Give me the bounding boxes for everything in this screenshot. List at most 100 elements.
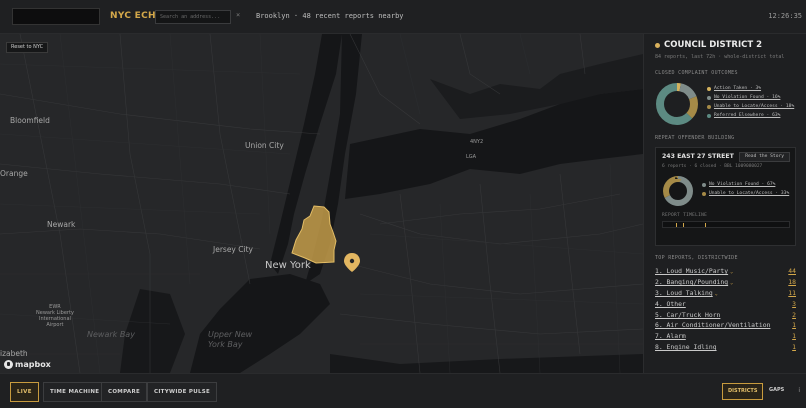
top-report-name[interactable]: 6. Air Conditioner/Ventilation bbox=[655, 321, 770, 329]
map-label-newark-bay: Newark Bay bbox=[87, 330, 135, 339]
district-subtitle: 84 reports, last 72h · whole-district to… bbox=[655, 54, 785, 60]
chevron-down-icon[interactable]: ⌄ bbox=[715, 291, 718, 297]
top-report-row[interactable]: 7. Alarm 1 bbox=[655, 331, 796, 342]
top-report-row[interactable]: 6. Air Conditioner/Ventilation 1 bbox=[655, 320, 796, 331]
map-label-nyc-abbr: 4NY2 bbox=[470, 139, 484, 145]
top-report-row[interactable]: 1. Loud Music/Party ⌄ 44 bbox=[655, 266, 796, 277]
top-report-name-wrap: 3. Loud Talking ⌄ bbox=[655, 289, 718, 297]
timeline-heading: REPORT TIMELINE bbox=[662, 213, 708, 218]
top-report-count[interactable]: 1 bbox=[792, 332, 796, 340]
top-report-count[interactable]: 11 bbox=[788, 289, 796, 297]
top-report-count[interactable]: 1 bbox=[792, 343, 796, 351]
top-report-row[interactable]: 8. Engine Idling 1 bbox=[655, 342, 796, 353]
top-bar: NYC ECHO × Brooklyn · 48 recent reports … bbox=[0, 0, 806, 34]
outcome-legend-item[interactable]: No Violation Found · 16% bbox=[707, 95, 794, 100]
top-report-name[interactable]: 1. Loud Music/Party bbox=[655, 267, 728, 275]
top-report-row[interactable]: 4. Other 3 bbox=[655, 298, 796, 309]
mapbox-attribution[interactable]: mapbox bbox=[4, 360, 51, 369]
top-report-name[interactable]: 2. Banging/Pounding bbox=[655, 278, 728, 286]
legend-swatch bbox=[707, 113, 711, 118]
top-report-name-wrap: 6. Air Conditioner/Ventilation bbox=[655, 321, 770, 329]
repeat-outcomes-chart: No Violation Found · 67% Unable to Locate… bbox=[662, 175, 790, 207]
map-label-lga: LGA bbox=[466, 154, 477, 160]
top-report-count[interactable]: 44 bbox=[788, 267, 796, 275]
legend-label: Unable to Locate/Access · 33% bbox=[709, 191, 790, 196]
report-timeline bbox=[662, 221, 790, 228]
outcomes-donut bbox=[656, 83, 698, 125]
top-report-count[interactable]: 2 bbox=[792, 311, 796, 319]
map-label-newark: Newark bbox=[47, 220, 76, 229]
map-canvas[interactable] bbox=[0, 34, 643, 373]
top-report-name[interactable]: 8. Engine Idling bbox=[655, 343, 717, 351]
top-reports-heading: TOP REPORTS, DISTRICTWIDE bbox=[655, 255, 738, 261]
gaps-toggle[interactable]: GAPS bbox=[764, 383, 789, 400]
legend-label: Referred Elsewhere · 63% bbox=[714, 113, 781, 118]
top-report-name[interactable]: 7. Alarm bbox=[655, 332, 686, 340]
logo-block bbox=[12, 8, 100, 25]
legend-swatch bbox=[707, 95, 711, 100]
outcomes-legend: Action Taken · 3% No Violation Found · 16… bbox=[707, 86, 794, 122]
legend-label: Unable to Locate/Access · 18% bbox=[714, 104, 795, 109]
mode-citywide-pulse-button[interactable]: CITYWIDE PULSE bbox=[147, 382, 218, 402]
legend-swatch bbox=[707, 86, 711, 91]
top-report-name-wrap: 1. Loud Music/Party ⌄ bbox=[655, 267, 733, 275]
mode-time-machine-button[interactable]: TIME MACHINE bbox=[43, 382, 107, 402]
legend-label: No Violation Found · 16% bbox=[714, 95, 781, 100]
timeline-tick bbox=[675, 223, 677, 227]
repeat-meta: 6 reports · 6 closed · BBL 1009080027 bbox=[662, 164, 763, 169]
district-panel: COUNCIL DISTRICT 2 84 reports, last 72h … bbox=[643, 34, 806, 373]
chevron-down-icon[interactable]: ⌄ bbox=[730, 280, 733, 286]
map-label-jersey-city: Jersey City bbox=[213, 245, 253, 254]
mode-compare-button[interactable]: COMPARE bbox=[101, 382, 148, 402]
top-report-row[interactable]: 3. Loud Talking ⌄ 11 bbox=[655, 288, 796, 299]
top-report-count[interactable]: 1 bbox=[792, 321, 796, 329]
map-label-orange: Orange bbox=[0, 169, 28, 178]
outcome-legend-item[interactable]: Unable to Locate/Access · 18% bbox=[707, 104, 794, 109]
map[interactable]: Reset to NYC Bloomfield Union City Orang… bbox=[0, 34, 643, 373]
map-label-union-city: Union City bbox=[245, 141, 284, 150]
info-icon[interactable]: i bbox=[798, 387, 800, 394]
address-search-input[interactable] bbox=[155, 10, 231, 24]
repeat-outcomes-donut bbox=[663, 176, 693, 206]
repeat-offender-card: 243 EAST 27 STREET Read the Story 6 repo… bbox=[655, 147, 796, 246]
closed-outcomes-chart: Action Taken · 3% No Violation Found · 16… bbox=[655, 82, 796, 126]
map-label-upper-bay: Upper New York Bay bbox=[208, 330, 253, 349]
clock: 12:26:35 bbox=[768, 12, 802, 20]
top-report-count[interactable]: 3 bbox=[792, 300, 796, 308]
outcome-legend-item[interactable]: Referred Elsewhere · 63% bbox=[707, 113, 794, 118]
reset-to-nyc-button[interactable]: Reset to NYC bbox=[6, 42, 49, 53]
outcome-legend-item[interactable]: Action Taken · 3% bbox=[707, 86, 794, 91]
location-status: Brooklyn · 48 recent reports nearby bbox=[256, 12, 404, 20]
top-report-name[interactable]: 4. Other bbox=[655, 300, 686, 308]
top-report-name-wrap: 5. Car/Truck Horn bbox=[655, 311, 720, 319]
clear-search-icon[interactable]: × bbox=[236, 11, 240, 19]
map-label-bloomfield: Bloomfield bbox=[10, 116, 50, 125]
chevron-down-icon[interactable]: ⌄ bbox=[730, 269, 733, 275]
repeat-outcomes-legend: No Violation Found · 67% Unable to Locate… bbox=[702, 182, 789, 200]
repeat-outcome-legend-item[interactable]: No Violation Found · 67% bbox=[702, 182, 789, 187]
top-report-name[interactable]: 3. Loud Talking bbox=[655, 289, 713, 297]
top-report-row[interactable]: 2. Banging/Pounding ⌄ 18 bbox=[655, 277, 796, 288]
top-report-row[interactable]: 5. Car/Truck Horn 2 bbox=[655, 309, 796, 320]
top-report-name[interactable]: 5. Car/Truck Horn bbox=[655, 311, 720, 319]
top-report-name-wrap: 4. Other bbox=[655, 300, 686, 308]
top-report-name-wrap: 8. Engine Idling bbox=[655, 343, 717, 351]
map-label-new-york: New York bbox=[265, 260, 311, 271]
map-label-ewr: EWR Newark Liberty International Airport bbox=[36, 304, 74, 328]
district-title: COUNCIL DISTRICT 2 bbox=[664, 40, 763, 50]
legend-swatch bbox=[707, 104, 711, 109]
bottom-bar: LIVE TIME MACHINE COMPARE CITYWIDE PULSE… bbox=[0, 373, 806, 408]
read-story-button[interactable]: Read the Story bbox=[739, 152, 790, 162]
top-reports-list: 1. Loud Music/Party ⌄ 44 2. Banging/Poundin… bbox=[655, 266, 796, 352]
legend-label: No Violation Found · 67% bbox=[709, 182, 776, 187]
districts-toggle[interactable]: DISTRICTS bbox=[722, 383, 764, 400]
top-report-name-wrap: 2. Banging/Pounding ⌄ bbox=[655, 278, 733, 286]
repeat-outcome-legend-item[interactable]: Unable to Locate/Access · 33% bbox=[702, 191, 789, 196]
closed-outcomes-heading: CLOSED COMPLAINT OUTCOMES bbox=[655, 70, 738, 76]
top-report-name-wrap: 7. Alarm bbox=[655, 332, 686, 340]
mode-live-button[interactable]: LIVE bbox=[10, 382, 39, 402]
top-report-count[interactable]: 18 bbox=[788, 278, 796, 286]
panel-title: COUNCIL DISTRICT 2 bbox=[655, 40, 796, 50]
legend-swatch bbox=[702, 191, 706, 196]
legend-swatch bbox=[702, 182, 706, 187]
